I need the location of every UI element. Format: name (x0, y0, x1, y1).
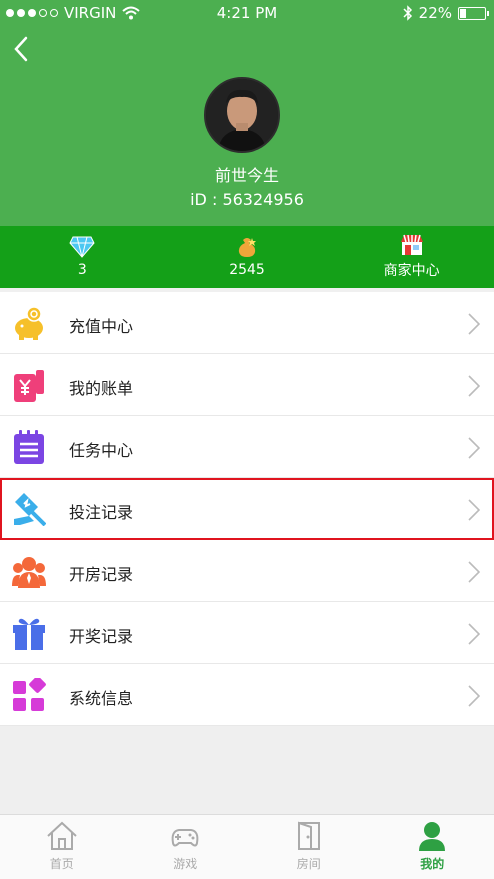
user-icon (419, 822, 446, 851)
stat-coins[interactable]: 2545 (165, 226, 330, 288)
piggy-bank-icon (15, 306, 43, 340)
stats-bar: 3 2545 商家中心 (0, 226, 494, 288)
chevron-right-icon (468, 685, 480, 707)
avatar[interactable] (204, 77, 280, 153)
bill-icon (14, 370, 44, 402)
stat-diamonds[interactable]: 3 (0, 226, 165, 288)
back-arrow-icon[interactable] (10, 34, 34, 64)
diamond-icon (69, 236, 95, 258)
username: 前世今生 (214, 166, 279, 185)
gamepad-icon (171, 829, 199, 847)
chevron-right-icon (468, 313, 480, 335)
empty-area (0, 726, 494, 814)
stat-store[interactable]: 商家中心 (329, 226, 494, 288)
menu-list: 充值中心 我的账单 任务中心 投注记录 开房记录 开奖记录 系统信息 (0, 292, 494, 726)
coin-bag-icon (238, 238, 256, 257)
menu-item-draw-records[interactable]: 开奖记录 (0, 602, 494, 664)
tab-home[interactable]: 首页 (0, 815, 124, 879)
menu-item-label: 开奖记录 (69, 627, 134, 646)
task-list-icon (14, 430, 44, 464)
menu-item-label: 任务中心 (69, 441, 134, 460)
store-center-label: 商家中心 (383, 263, 440, 279)
menu-item-my-bills[interactable]: 我的账单 (0, 354, 494, 416)
tab-games[interactable]: 游戏 (124, 815, 248, 879)
menu-item-label: 投注记录 (69, 503, 134, 522)
chevron-right-icon (468, 437, 480, 459)
tab-rooms[interactable]: 房间 (247, 815, 371, 879)
user-id: iD : 56324956 (190, 190, 304, 209)
battery-percent: 22% (418, 4, 452, 22)
menu-item-recharge[interactable]: 充值中心 (0, 292, 494, 354)
gavel-icon (14, 493, 46, 526)
chevron-right-icon (468, 499, 480, 521)
home-icon (47, 821, 77, 850)
menu-item-label: 我的账单 (69, 379, 134, 398)
tab-label: 首页 (49, 857, 74, 871)
menu-item-label: 系统信息 (69, 689, 134, 708)
battery-icon (458, 6, 489, 20)
status-bar: VIRGIN 4:21 PM 22% (0, 0, 494, 26)
gift-icon (13, 618, 45, 650)
store-icon (400, 234, 423, 255)
door-icon (297, 821, 320, 850)
chevron-right-icon (468, 623, 480, 645)
menu-item-task-center[interactable]: 任务中心 (0, 416, 494, 478)
chevron-right-icon (468, 375, 480, 397)
menu-item-bet-records[interactable]: 投注记录 (0, 478, 494, 540)
tab-label: 我的 (420, 857, 445, 871)
bluetooth-icon (403, 5, 412, 21)
menu-item-label: 充值中心 (69, 317, 134, 336)
tab-label: 房间 (296, 857, 321, 871)
group-icon (12, 557, 46, 588)
menu-item-room-records[interactable]: 开房记录 (0, 540, 494, 602)
menu-item-system-info[interactable]: 系统信息 (0, 664, 494, 726)
tab-mine[interactable]: 我的 (371, 815, 494, 879)
chevron-right-icon (468, 561, 480, 583)
menu-item-label: 开房记录 (69, 565, 134, 584)
profile-header: VIRGIN 4:21 PM 22% 前世今生 iD : 56324956 (0, 0, 494, 226)
system-grid-icon (13, 678, 46, 711)
bottom-tab-bar: 首页 游戏 房间 我的 (0, 814, 494, 879)
tab-label: 游戏 (173, 857, 198, 871)
coin-count: 2545 (229, 262, 265, 278)
diamond-count: 3 (77, 262, 87, 278)
